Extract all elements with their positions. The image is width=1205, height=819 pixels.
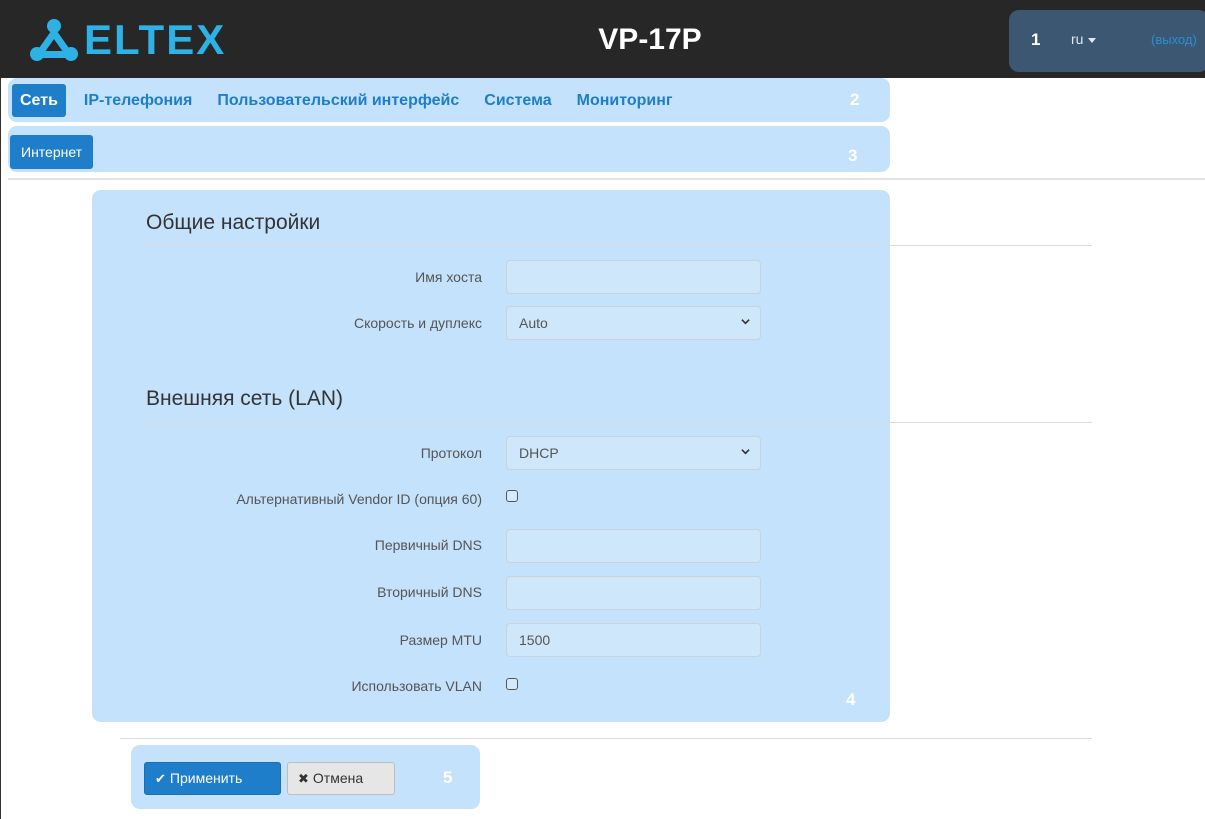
section-divider	[146, 245, 1092, 246]
zone-marker-3: 3	[848, 146, 858, 165]
eltex-logo-icon	[30, 19, 78, 61]
subnav-highlight-zone	[8, 126, 890, 172]
subnav-item-internet[interactable]: Интернет	[10, 135, 94, 169]
mtu-label: Размер MTU	[399, 632, 482, 648]
user-menu-zone: 1 ru (выход)	[1009, 10, 1205, 72]
protocol-select[interactable]: DHCP	[506, 436, 761, 470]
speed-duplex-value: Auto	[519, 315, 548, 331]
secondary-dns-label: Вторичный DNS	[377, 584, 482, 600]
page-border	[0, 0, 1, 819]
chevron-down-icon	[741, 319, 750, 325]
nav-item-ip-telephony[interactable]: IP-телефония	[76, 84, 200, 117]
nav-item-network[interactable]: Сеть	[12, 84, 66, 117]
speed-duplex-select[interactable]: Auto	[506, 306, 761, 340]
cancel-button[interactable]: ✖ Отмена	[287, 762, 395, 795]
speed-duplex-label: Скорость и дуплекс	[353, 315, 482, 331]
hostname-input[interactable]	[506, 260, 761, 294]
zone-marker-5: 5	[443, 768, 453, 787]
nav-item-user-interface[interactable]: Пользовательский интерфейс	[209, 84, 467, 117]
vendor-id-label: Альтернативный Vendor ID (опция 60)	[236, 491, 482, 507]
protocol-label: Протокол	[420, 445, 482, 461]
apply-button[interactable]: ✔ Применить	[144, 762, 281, 795]
primary-dns-label: Первичный DNS	[374, 537, 482, 553]
zone-marker-1: 1	[1031, 30, 1041, 49]
app-header: ELTEX VP-17P 1 ru (выход)	[0, 0, 1205, 78]
secondary-dns-input[interactable]	[506, 576, 761, 610]
cancel-button-label: Отмена	[312, 770, 364, 786]
logout-link[interactable]: (выход)	[1151, 32, 1197, 47]
zone-marker-4: 4	[846, 690, 856, 709]
main-nav: Сеть IP-телефония Пользовательский интер…	[12, 84, 690, 117]
mtu-input[interactable]	[506, 623, 761, 657]
divider	[8, 178, 1205, 180]
logo-text: ELTEX	[84, 16, 227, 63]
close-icon: ✖	[298, 771, 309, 786]
protocol-value: DHCP	[519, 445, 559, 461]
device-model-title: VP-17P	[598, 23, 702, 56]
hostname-label: Имя хоста	[415, 269, 482, 285]
language-dropdown[interactable]: ru	[1071, 31, 1097, 47]
form-highlight-zone	[92, 190, 890, 722]
vlan-checkbox[interactable]	[506, 678, 518, 690]
eltex-logo: ELTEX	[28, 18, 226, 62]
language-value: ru	[1071, 31, 1084, 47]
divider	[120, 738, 1092, 739]
chevron-down-icon	[741, 449, 750, 455]
vlan-label: Использовать VLAN	[351, 678, 482, 694]
primary-dns-input[interactable]	[506, 529, 761, 563]
section-title-general: Общие настройки	[146, 211, 321, 234]
section-title-lan: Внешняя сеть (LAN)	[146, 387, 344, 410]
caret-down-icon	[1088, 37, 1097, 43]
checkmark-icon: ✔	[155, 771, 166, 786]
nav-item-monitoring[interactable]: Мониторинг	[569, 84, 681, 117]
section-divider	[146, 422, 1092, 423]
vendor-id-checkbox[interactable]	[506, 490, 518, 502]
nav-item-system[interactable]: Система	[476, 84, 559, 117]
apply-button-label: Применить	[169, 770, 243, 786]
zone-marker-2: 2	[850, 90, 860, 109]
